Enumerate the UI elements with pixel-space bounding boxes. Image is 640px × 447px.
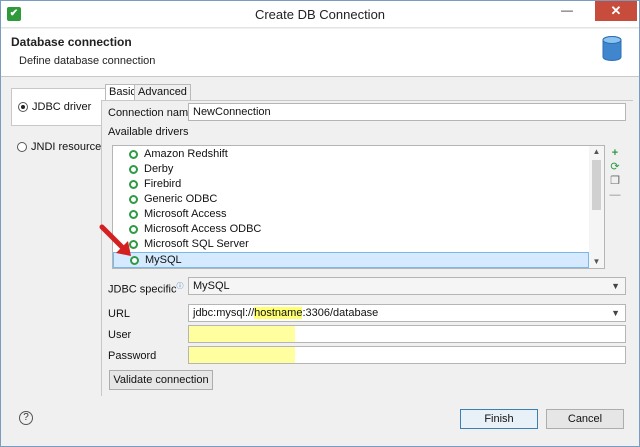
- copy-icon[interactable]: ❐: [609, 175, 621, 187]
- password-label: Password: [108, 350, 157, 362]
- list-item[interactable]: Microsoft Access ODBC: [113, 222, 589, 237]
- driver-icon: [129, 165, 138, 174]
- driver-icon: [129, 210, 138, 219]
- drivers-list[interactable]: Amazon Redshift Derby Firebird Generic O…: [112, 145, 605, 269]
- driver-name: Microsoft Access ODBC: [144, 223, 262, 235]
- radio-jdbc-driver[interactable]: JDBC driver: [11, 88, 105, 126]
- list-item[interactable]: Microsoft Access: [113, 207, 589, 222]
- driver-name: Amazon Redshift: [144, 148, 228, 160]
- jdbc-specific-value: MySQL: [193, 280, 230, 292]
- remove-icon[interactable]: —: [609, 189, 621, 201]
- driver-icon: [129, 150, 138, 159]
- driver-name: Generic ODBC: [144, 193, 218, 205]
- validate-connection-button[interactable]: Validate connection: [109, 370, 213, 390]
- password-input[interactable]: [188, 346, 626, 364]
- driver-name: Derby: [144, 163, 174, 175]
- url-input[interactable]: jdbc:mysql://hostname:3306/database ▼: [188, 304, 626, 322]
- radio-label: JDBC driver: [32, 101, 92, 113]
- refresh-icon[interactable]: ⟳: [609, 161, 621, 173]
- available-drivers-label: Available drivers: [108, 126, 189, 138]
- database-icon: [602, 36, 622, 61]
- scroll-down-icon[interactable]: ▼: [589, 256, 604, 268]
- user-input[interactable]: [188, 325, 626, 343]
- finish-button[interactable]: Finish: [460, 409, 538, 429]
- password-highlight: [189, 347, 295, 363]
- cancel-button[interactable]: Cancel: [546, 409, 624, 429]
- scroll-thumb[interactable]: [592, 160, 601, 210]
- connection-name-label: Connection name: [108, 107, 195, 119]
- driver-name: MySQL: [145, 253, 182, 266]
- list-item[interactable]: Amazon Redshift: [113, 147, 589, 162]
- radio-jndi-resource[interactable]: JNDI resource: [11, 128, 105, 166]
- driver-icon: [129, 195, 138, 204]
- jdbc-specific-select[interactable]: MySQL ▼: [188, 277, 626, 295]
- list-item[interactable]: Firebird: [113, 177, 589, 192]
- scroll-up-icon[interactable]: ▲: [589, 146, 604, 158]
- tab-advanced[interactable]: Advanced: [134, 84, 191, 100]
- help-icon[interactable]: ?: [19, 411, 33, 425]
- add-icon[interactable]: +: [609, 147, 621, 159]
- driver-name: Microsoft Access: [144, 208, 227, 220]
- info-icon[interactable]: ⓘ: [176, 283, 183, 290]
- drivers-scrollbar[interactable]: ▲ ▼: [589, 146, 604, 268]
- radio-label: JNDI resource: [31, 141, 102, 153]
- dialog-window: ✔ Create DB Connection — ✕ Database conn…: [0, 0, 640, 447]
- url-prefix: jdbc:mysql://: [193, 307, 255, 319]
- driver-icon: [129, 180, 138, 189]
- list-item[interactable]: Microsoft SQL Server: [113, 237, 589, 252]
- jdbc-specific-text: JDBC specific: [108, 283, 177, 296]
- url-label: URL: [108, 308, 131, 320]
- header-title: Database connection: [11, 35, 132, 49]
- list-item-selected[interactable]: MySQL: [113, 252, 589, 268]
- chevron-down-icon[interactable]: ▼: [611, 278, 620, 294]
- close-button[interactable]: ✕: [595, 1, 637, 21]
- driver-name: Microsoft SQL Server: [144, 238, 249, 250]
- user-label: User: [108, 329, 132, 341]
- connection-name-input[interactable]: NewConnection: [188, 103, 626, 121]
- window-title: Create DB Connection: [254, 7, 386, 22]
- radio-circle[interactable]: [17, 142, 27, 152]
- url-suffix: :3306/database: [302, 307, 379, 319]
- minimize-button[interactable]: —: [553, 1, 581, 21]
- title-bar: ✔ Create DB Connection — ✕: [1, 1, 639, 28]
- driver-name: Firebird: [144, 178, 182, 190]
- pointer-arrow-icon: [99, 224, 131, 256]
- header-subtitle: Define database connection: [19, 55, 156, 67]
- dialog-header: Database connection Define database conn…: [1, 29, 639, 77]
- radio-circle[interactable]: [18, 102, 28, 112]
- list-item[interactable]: Derby: [113, 162, 589, 177]
- list-item[interactable]: Generic ODBC: [113, 192, 589, 207]
- chevron-down-icon[interactable]: ▼: [611, 305, 620, 321]
- user-highlight: [189, 326, 295, 342]
- jdbc-specific-label: JDBC specificⓘ: [108, 281, 183, 296]
- connection-type-pane: JDBC driver JNDI resource: [11, 88, 105, 373]
- url-host: hostname: [254, 307, 303, 319]
